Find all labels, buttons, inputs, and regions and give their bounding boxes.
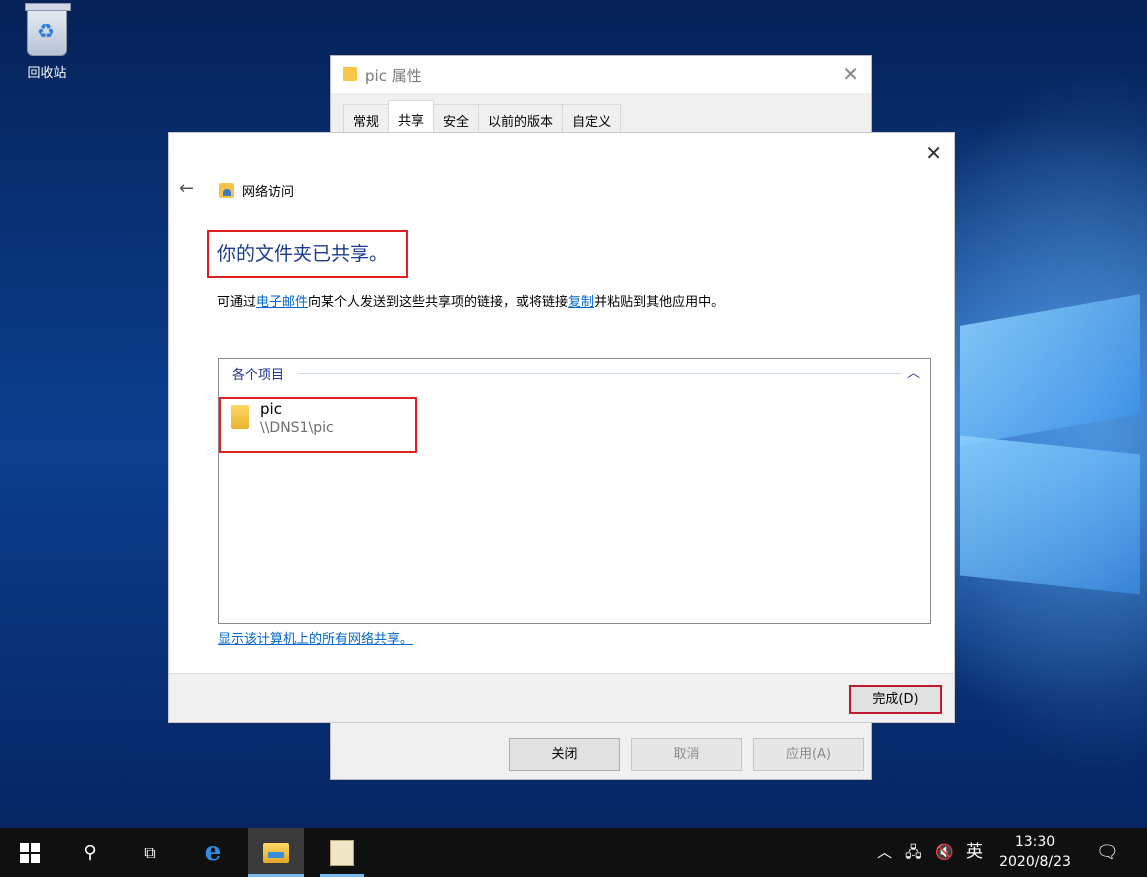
list-item-name[interactable]: pic (260, 400, 282, 418)
desc-middle: 向某个人发送到这些共享项的链接，或将链接 (308, 295, 569, 310)
tab-security[interactable]: 安全 (433, 104, 480, 132)
recycle-bin-label: 回收站 (27, 66, 67, 81)
tab-general[interactable]: 常规 (343, 104, 390, 132)
start-button[interactable] (6, 828, 54, 877)
chevron-up-icon[interactable]: ︿ (877, 828, 892, 877)
email-link[interactable]: 电子邮件 (256, 295, 308, 310)
clock-date: 2020/8/23 (999, 854, 1071, 870)
cancel-button[interactable]: 取消 (631, 738, 742, 771)
breadcrumb: 网络访问 (242, 185, 295, 200)
properties-button-row: 关闭 取消 应用(A) (509, 738, 864, 771)
page-title: 你的文件夹已共享。 (217, 243, 389, 265)
recycle-bin-shortcut[interactable]: ♻ 回收站 (14, 3, 80, 81)
server-manager-icon[interactable] (314, 828, 370, 877)
wallpaper-windows-logo (950, 250, 1147, 610)
file-explorer-icon[interactable] (248, 828, 304, 877)
show-all-shares-link[interactable]: 显示该计算机上的所有网络共享。 (218, 628, 413, 647)
chevron-up-icon[interactable]: ︿ (907, 362, 920, 381)
back-arrow-icon[interactable]: ← (179, 178, 194, 199)
internet-explorer-icon[interactable]: e (189, 828, 237, 877)
shared-items-list[interactable]: 各个项目 ︿ pic \\DNS1\pic (218, 358, 931, 624)
properties-tabs: 常规 共享 安全 以前的版本 自定义 (343, 100, 622, 132)
windows-logo-icon (20, 843, 40, 863)
taskbar: ⚲ ⧉ e ︿ 🖧 🔇 英 13:30 2020/8/23 🗨 (0, 828, 1147, 877)
search-icon[interactable]: ⚲ (66, 828, 114, 877)
notification-icon[interactable]: 🗨 (1096, 828, 1119, 877)
tab-sharing[interactable]: 共享 (388, 100, 435, 132)
task-view-icon[interactable]: ⧉ (126, 828, 174, 877)
desc-prefix: 可通过 (217, 295, 257, 310)
network-access-dialog: ✕ ← 网络访问 你的文件夹已共享。 可通过电子邮件向某个人发送到这些共享项的链… (168, 132, 955, 723)
close-button[interactable]: 关闭 (509, 738, 620, 771)
dialog-footer: 完成(D) (169, 673, 954, 722)
list-item-path: \\DNS1\pic (260, 420, 334, 436)
finish-button[interactable]: 完成(D) (849, 685, 942, 714)
input-language-indicator[interactable]: 英 (966, 828, 983, 877)
close-icon[interactable]: ✕ (925, 141, 942, 165)
copy-link[interactable]: 复制 (568, 295, 594, 310)
close-icon[interactable]: ✕ (842, 62, 859, 86)
volume-muted-icon[interactable]: 🔇 (935, 828, 954, 877)
folder-icon (343, 67, 357, 81)
apply-button[interactable]: 应用(A) (753, 738, 864, 771)
recycle-bin-icon: ♻ (25, 3, 71, 56)
clock-time: 13:30 (1014, 834, 1056, 850)
properties-titlebar[interactable]: pic 属性 ✕ (331, 56, 871, 93)
group-header: 各个项目 (232, 368, 285, 383)
tab-customize[interactable]: 自定义 (562, 104, 622, 132)
tab-previous-versions[interactable]: 以前的版本 (478, 104, 564, 132)
desc-suffix: 并粘贴到其他应用中。 (594, 295, 725, 310)
share-description: 可通过电子邮件向某个人发送到这些共享项的链接，或将链接复制并粘贴到其他应用中。 (217, 291, 724, 310)
clock[interactable]: 13:30 2020/8/23 (997, 832, 1073, 872)
properties-title: pic 属性 (365, 67, 422, 85)
group-divider (298, 373, 901, 374)
network-folder-icon (219, 183, 234, 198)
network-warning-icon[interactable]: 🖧 (905, 828, 922, 877)
folder-icon (231, 405, 249, 429)
